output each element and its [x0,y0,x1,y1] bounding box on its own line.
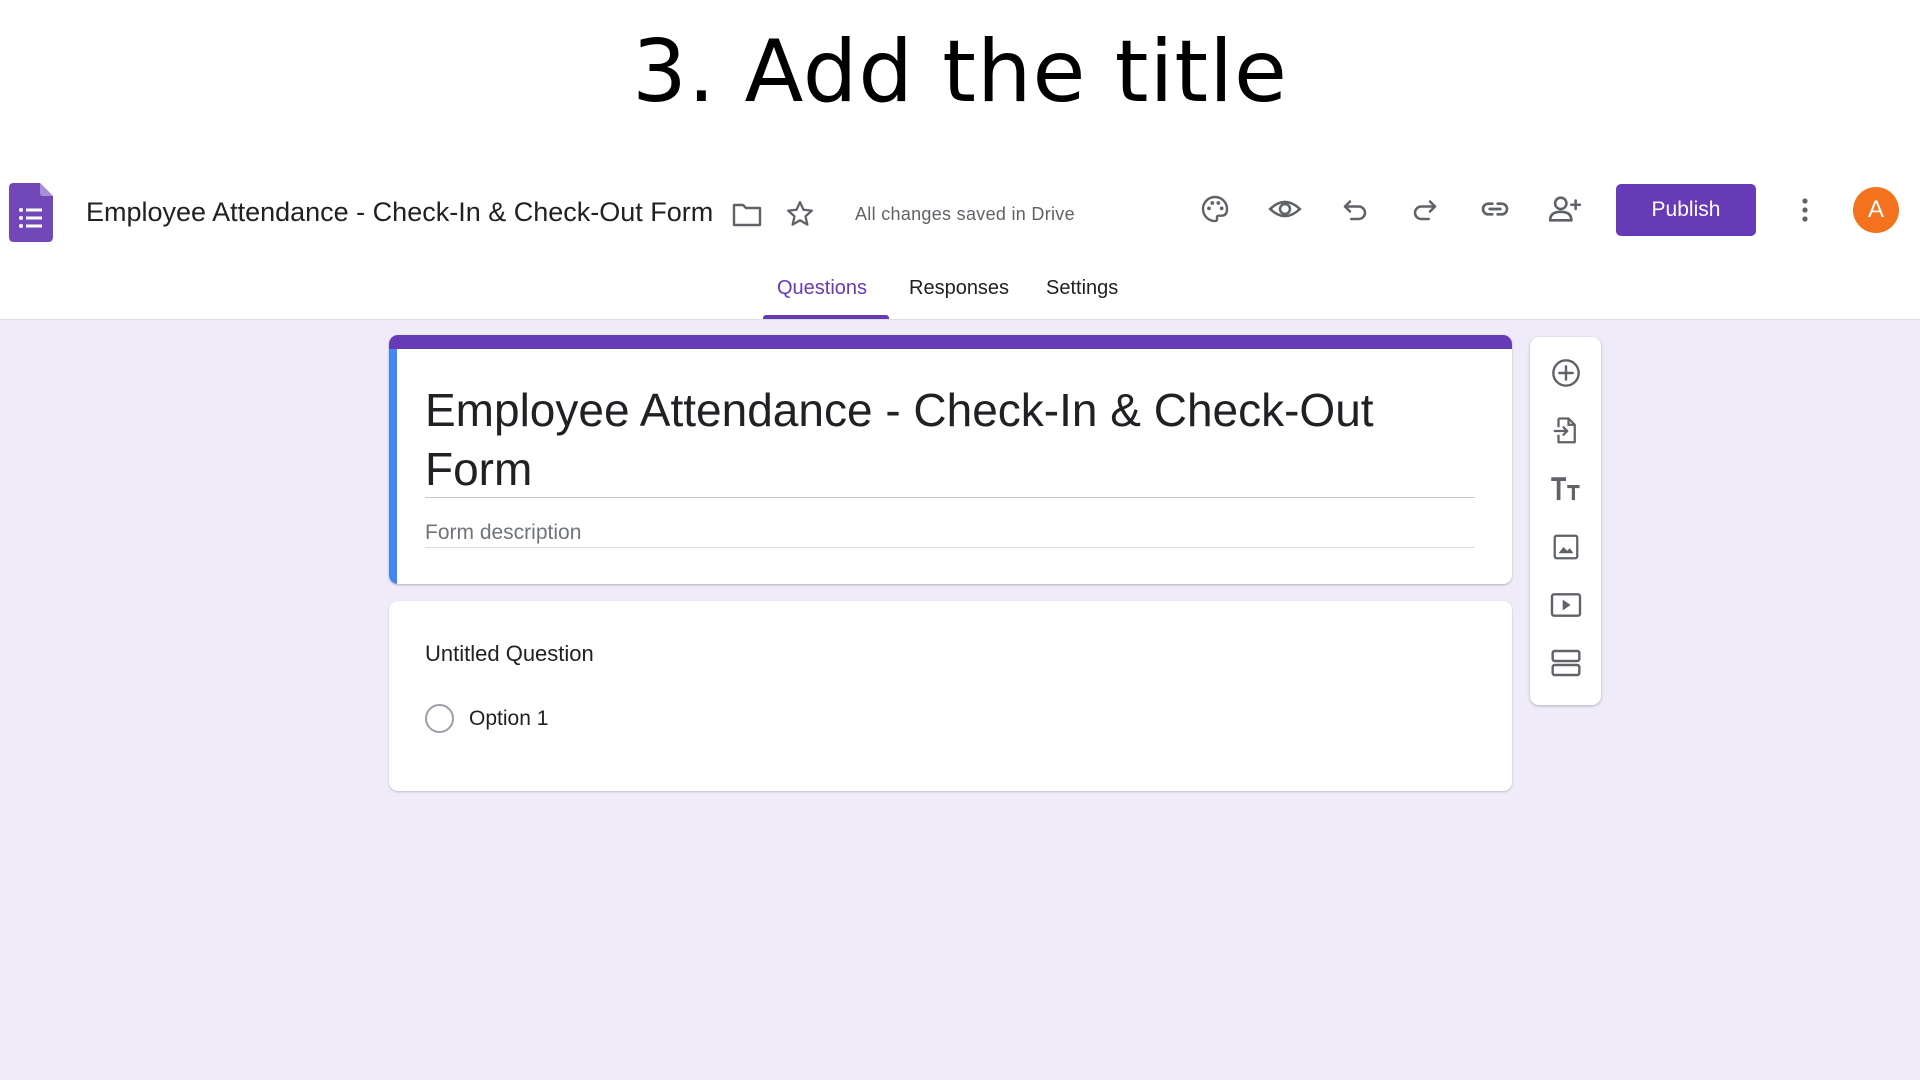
selected-card-indicator [389,349,397,584]
video-icon[interactable] [1547,586,1585,624]
app-header: Employee Attendance - Check-In & Check-O… [0,170,1920,320]
link-icon[interactable] [1476,190,1514,228]
form-description-input[interactable]: Form description [425,521,581,545]
tab-responses[interactable]: Responses [909,277,1009,300]
publish-button[interactable]: Publish [1616,184,1756,236]
title-text-icon[interactable] [1547,470,1585,508]
redo-icon[interactable] [1406,190,1444,228]
undo-icon[interactable] [1336,190,1374,228]
tab-bar: Questions Responses Settings [0,277,1920,320]
image-icon[interactable] [1547,528,1585,566]
folder-icon[interactable] [730,197,764,231]
eye-icon[interactable] [1266,190,1304,228]
add-question-icon[interactable] [1547,354,1585,392]
form-editor-area: Employee Attendance - Check-In & Check-O… [0,320,1920,1080]
form-title-card: Employee Attendance - Check-In & Check-O… [389,335,1512,584]
step-caption: 3. Add the title [632,22,1288,122]
add-person-icon[interactable] [1546,190,1584,228]
document-title[interactable]: Employee Attendance - Check-In & Check-O… [86,197,713,228]
section-icon[interactable] [1547,644,1585,682]
star-icon[interactable] [782,196,818,232]
tab-questions[interactable]: Questions [777,277,867,300]
more-vert-icon[interactable] [1790,191,1820,229]
radio-button[interactable] [425,704,454,733]
palette-icon[interactable] [1196,190,1234,228]
form-title-input[interactable]: Employee Attendance - Check-In & Check-O… [425,381,1425,499]
question-toolbox [1530,337,1601,705]
question-title[interactable]: Untitled Question [425,641,594,667]
import-questions-icon[interactable] [1547,412,1585,450]
avatar[interactable]: A [1853,187,1899,233]
forms-logo-icon[interactable] [9,183,53,242]
save-status: All changes saved in Drive [855,204,1075,224]
option-label[interactable]: Option 1 [469,707,548,731]
theme-accent-bar [389,335,1512,349]
title-underline [425,497,1475,498]
description-underline [425,547,1475,548]
tab-settings[interactable]: Settings [1046,277,1118,300]
active-tab-indicator [763,315,889,319]
question-card[interactable]: Untitled Question Option 1 [389,601,1512,791]
